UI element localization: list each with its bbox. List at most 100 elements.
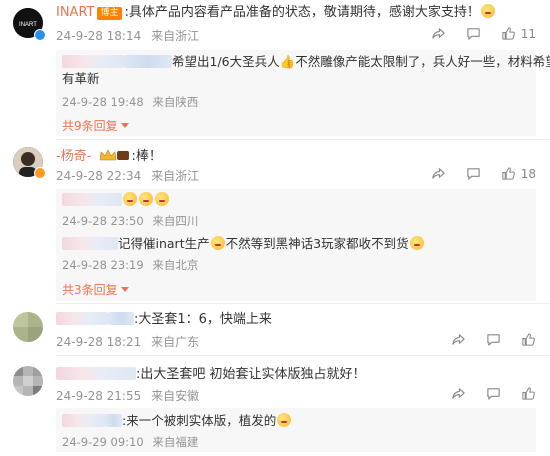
reply-text-end: 有革新	[62, 71, 100, 86]
emoji-icon	[139, 192, 153, 206]
timestamp: 24-9-28 18:21	[56, 335, 142, 349]
comment-button[interactable]	[486, 386, 501, 401]
comment-button[interactable]	[466, 166, 481, 181]
like-icon	[502, 167, 515, 180]
comment-line: :大圣套1：6，快端上来	[56, 311, 272, 329]
timestamp: 24-9-28 18:14	[56, 29, 142, 43]
like-count: 18	[520, 166, 536, 181]
emoji-icon	[409, 236, 424, 250]
comment-text: :具体产品内容看产品准备的状态，敬请期待，感谢大家支持！	[124, 5, 480, 20]
like-button[interactable]: 11	[501, 26, 536, 41]
more-replies-link[interactable]: 共9条回复	[62, 117, 129, 134]
avatar[interactable]	[13, 366, 43, 396]
blurred-username	[62, 414, 106, 427]
blogger-badge: 博主	[97, 7, 122, 20]
timestamp: 24-9-29 09:10	[62, 435, 144, 449]
timestamp: 24-9-28 19:48	[62, 95, 144, 109]
comment-line: INART 博主:具体产品内容看产品准备的状态，敬请期待，感谢大家支持！	[56, 4, 496, 22]
blurred-username	[62, 237, 118, 250]
like-icon	[522, 387, 535, 400]
comment-1: INART INART 博主:具体产品内容看产品准备的状态，敬请期待，感谢大家支持…	[0, 0, 550, 140]
username[interactable]: INART	[56, 5, 94, 20]
timestamp: 24-9-28 23:50	[62, 214, 144, 228]
comment-icon	[487, 388, 500, 400]
location: 来自浙江	[151, 169, 200, 183]
comment-meta: 24-9-28 21:55 来自安徽	[56, 389, 205, 403]
like-button[interactable]: 18	[501, 166, 536, 181]
reply-box: 希望出1/6大圣兵人👍不然雕像产能太限制了，兵人好一些，材料希望 有革新 24-…	[56, 50, 550, 136]
blurred-username	[62, 55, 124, 68]
chevron-down-icon	[120, 123, 129, 128]
more-replies-label: 共3条回复	[62, 283, 118, 297]
blurred-username	[56, 367, 136, 380]
timestamp: 24-9-28 22:34	[56, 169, 142, 183]
avatar[interactable]	[13, 312, 43, 342]
timestamp: 24-9-28 23:19	[62, 258, 144, 272]
reply-text: 希望出1/6大圣兵人	[172, 54, 280, 69]
location: 来自安徽	[151, 389, 200, 403]
comment-2: -杨奇- :棒！ 24-9-28 22:34 来自浙江 18 24-9-28 2…	[0, 140, 550, 301]
divider	[56, 355, 550, 356]
comment-text: :棒！	[131, 149, 162, 164]
location: 来自陕西	[152, 95, 199, 109]
divider	[56, 303, 550, 304]
crown-icon	[99, 149, 129, 161]
reply-meta: 24-9-28 19:48 来自陕西	[62, 94, 203, 110]
share-button[interactable]	[451, 386, 466, 401]
like-icon	[522, 333, 535, 346]
reply-meta: 24-9-29 09:10 来自福建	[62, 434, 203, 450]
username[interactable]: -杨奇-	[56, 149, 91, 164]
reply-line-2: 有革新	[62, 70, 100, 88]
reply-line: 记得催inart生产 不然等到黑神话3玩家都收不到货	[62, 235, 425, 253]
reply-box: :来一个被刺实体版，植发的 24-9-29 09:10 来自福建	[56, 408, 536, 452]
like-icon	[502, 27, 515, 40]
verified-icon	[34, 29, 46, 41]
location: 来自广东	[151, 335, 200, 349]
blurred-username	[106, 414, 122, 427]
reply-text: 记得催inart生产	[118, 236, 210, 251]
reply-meta: 24-9-28 23:19 来自北京	[62, 257, 203, 273]
comment-button[interactable]	[466, 26, 481, 41]
blurred-username	[56, 312, 108, 325]
location: 来自浙江	[151, 29, 200, 43]
blurred-username	[124, 55, 172, 68]
reply-box: 24-9-28 23:50 来自四川 记得催inart生产 不然等到黑神话3玩家都…	[56, 189, 536, 301]
emoji-icon	[480, 4, 495, 18]
comment-actions	[451, 386, 536, 401]
share-button[interactable]	[451, 332, 466, 347]
emoji-icon	[155, 192, 169, 206]
emoji-icon	[210, 236, 225, 250]
reply-line	[62, 191, 170, 209]
comment-actions	[451, 332, 536, 347]
comment-text: :大圣套1：6，快端上来	[134, 312, 272, 327]
comment-text: :出大圣套吧 初始套让实体版独占就好！	[136, 367, 366, 382]
comment-icon	[487, 334, 500, 346]
emoji-icon	[123, 192, 137, 206]
share-icon	[432, 168, 445, 179]
reply-text-cont: 不然雕像产能太限制了，兵人好一些，材料希望	[295, 54, 550, 69]
comment-button[interactable]	[486, 332, 501, 347]
blurred-username	[108, 312, 134, 325]
comment-icon	[467, 168, 480, 180]
timestamp: 24-9-28 21:55	[56, 389, 142, 403]
reply-meta: 24-9-28 23:50 来自四川	[62, 213, 203, 229]
blurred-avatar	[13, 312, 43, 342]
reply-text: :来一个被刺实体版，植发的	[122, 413, 277, 428]
comment-actions: 18	[431, 166, 536, 181]
share-button[interactable]	[431, 166, 446, 181]
share-icon	[452, 388, 465, 399]
like-button[interactable]	[521, 386, 536, 401]
share-button[interactable]	[431, 26, 446, 41]
comment-actions: 11	[431, 26, 536, 41]
svg-text:INART: INART	[19, 22, 37, 28]
comment-line: -杨奇- :棒！	[56, 148, 162, 166]
comment-4: :出大圣套吧 初始套让实体版独占就好！ 24-9-28 21:55 来自安徽 :…	[0, 360, 550, 456]
blurred-avatar	[13, 366, 43, 396]
reply-line: :来一个被刺实体版，植发的	[62, 412, 292, 430]
reply-text-cont: 不然等到黑神话3玩家都收不到货	[225, 236, 409, 251]
blurred-username	[62, 193, 122, 206]
location: 来自四川	[152, 214, 199, 228]
more-replies-link[interactable]: 共3条回复	[62, 281, 129, 298]
comment-meta: 24-9-28 18:14 来自浙江	[56, 29, 205, 43]
like-button[interactable]	[521, 332, 536, 347]
